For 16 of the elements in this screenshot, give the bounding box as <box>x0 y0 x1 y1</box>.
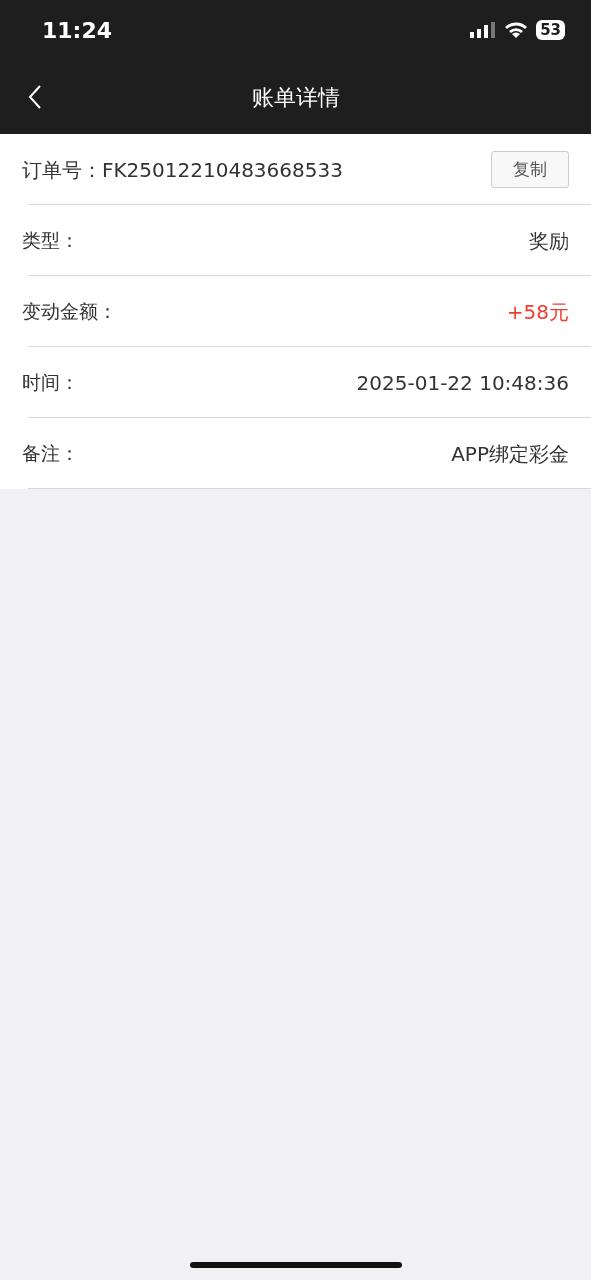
back-icon[interactable] <box>28 84 42 110</box>
amount-value: +58元 <box>506 298 569 326</box>
copy-button[interactable]: 复制 <box>491 150 569 189</box>
field-label: 变动金额： <box>22 299 117 325</box>
order-number: 订单号：FK25012210483668533 <box>22 156 343 184</box>
signal-icon <box>470 22 497 38</box>
battery-level: 53 <box>536 20 565 40</box>
field-label: 备注： <box>22 441 79 467</box>
field-label: 时间： <box>22 370 79 396</box>
wifi-icon <box>504 21 529 39</box>
status-time: 11:24 <box>42 16 113 45</box>
field-value: APP绑定彩金 <box>451 440 569 468</box>
page-title: 账单详情 <box>251 83 340 112</box>
field-value: 奖励 <box>529 227 569 255</box>
field-label: 类型： <box>22 228 79 254</box>
field-value: 2025-01-22 10:48:36 <box>356 369 569 397</box>
